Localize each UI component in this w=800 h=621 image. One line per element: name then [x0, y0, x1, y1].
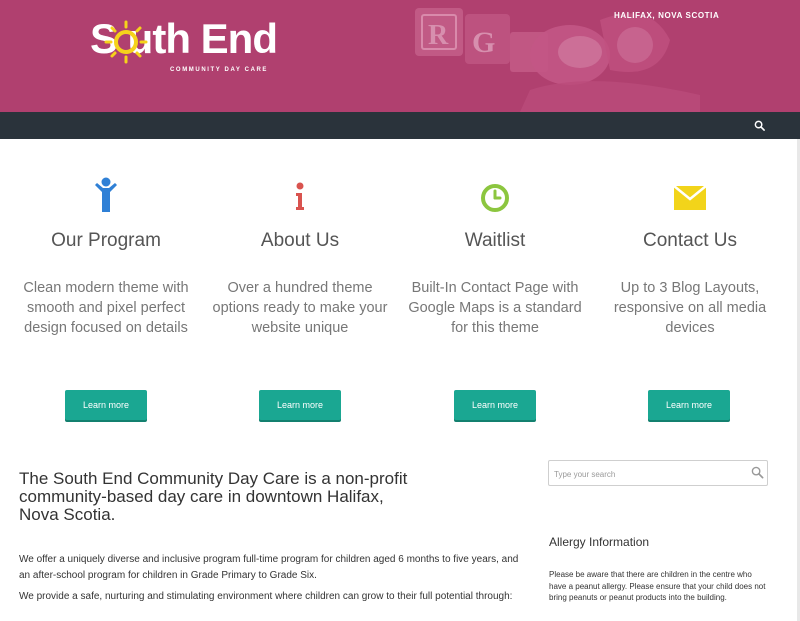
- svg-text:G: G: [472, 26, 495, 59]
- learn-more-button-contact-us[interactable]: Learn more: [648, 390, 730, 420]
- feature-our-program: Our Program Clean modern theme with smoo…: [16, 176, 196, 358]
- feature-contact-us: Contact Us Up to 3 Blog Layouts, respons…: [600, 176, 780, 358]
- feature-title: Contact Us: [643, 230, 737, 251]
- feature-title: About Us: [260, 230, 340, 251]
- learn-more-button-waitlist[interactable]: Learn more: [454, 390, 536, 420]
- site-header: R G S uth End COMMUNITY DAY CARE HALIFAX…: [0, 0, 800, 112]
- main-navigation: [0, 112, 800, 139]
- clock-icon: [481, 184, 509, 212]
- feature-title: Waitlist: [464, 230, 526, 251]
- feature-description: Up to 3 Blog Layouts, responsive on all …: [613, 280, 767, 336]
- feature-description: Built-In Contact Page with Google Maps i…: [408, 280, 582, 336]
- info-icon: [296, 182, 304, 210]
- feature-title: Our Program: [51, 230, 161, 251]
- site-logo[interactable]: S uth End COMMUNITY DAY CARE: [90, 10, 290, 80]
- search-icon[interactable]: [754, 120, 765, 131]
- sun-icon: [104, 20, 148, 64]
- location-label: HALIFAX, NOVA SCOTIA: [614, 11, 720, 20]
- allergy-info-text: Please be aware that there are children …: [549, 570, 766, 602]
- learn-more-button-about-us[interactable]: Learn more: [259, 390, 341, 420]
- search-input[interactable]: [554, 467, 744, 481]
- intro-paragraph: We offer a uniquely diverse and inclusiv…: [19, 554, 519, 581]
- feature-description: Clean modern theme with smooth and pixel…: [23, 280, 189, 336]
- feature-description: Over a hundred theme options ready to ma…: [212, 280, 388, 336]
- intro-heading: The South End Community Day Care is a no…: [19, 469, 408, 524]
- feature-waitlist: Waitlist Built-In Contact Page with Goog…: [405, 176, 585, 358]
- search-icon[interactable]: [751, 466, 764, 479]
- feature-columns: Our Program Clean modern theme with smoo…: [0, 176, 800, 426]
- svg-text:R: R: [428, 20, 449, 51]
- sidebar-search: [548, 460, 768, 486]
- feature-about-us: About Us Over a hundred theme options re…: [210, 176, 390, 358]
- logo-subtitle: COMMUNITY DAY CARE: [170, 67, 269, 73]
- allergy-info-title: Allergy Information: [549, 535, 650, 549]
- intro-paragraph: We provide a safe, nurturing and stimula…: [19, 591, 513, 602]
- person-icon: [95, 177, 117, 212]
- envelope-icon: [673, 185, 707, 210]
- learn-more-button-our-program[interactable]: Learn more: [65, 390, 147, 420]
